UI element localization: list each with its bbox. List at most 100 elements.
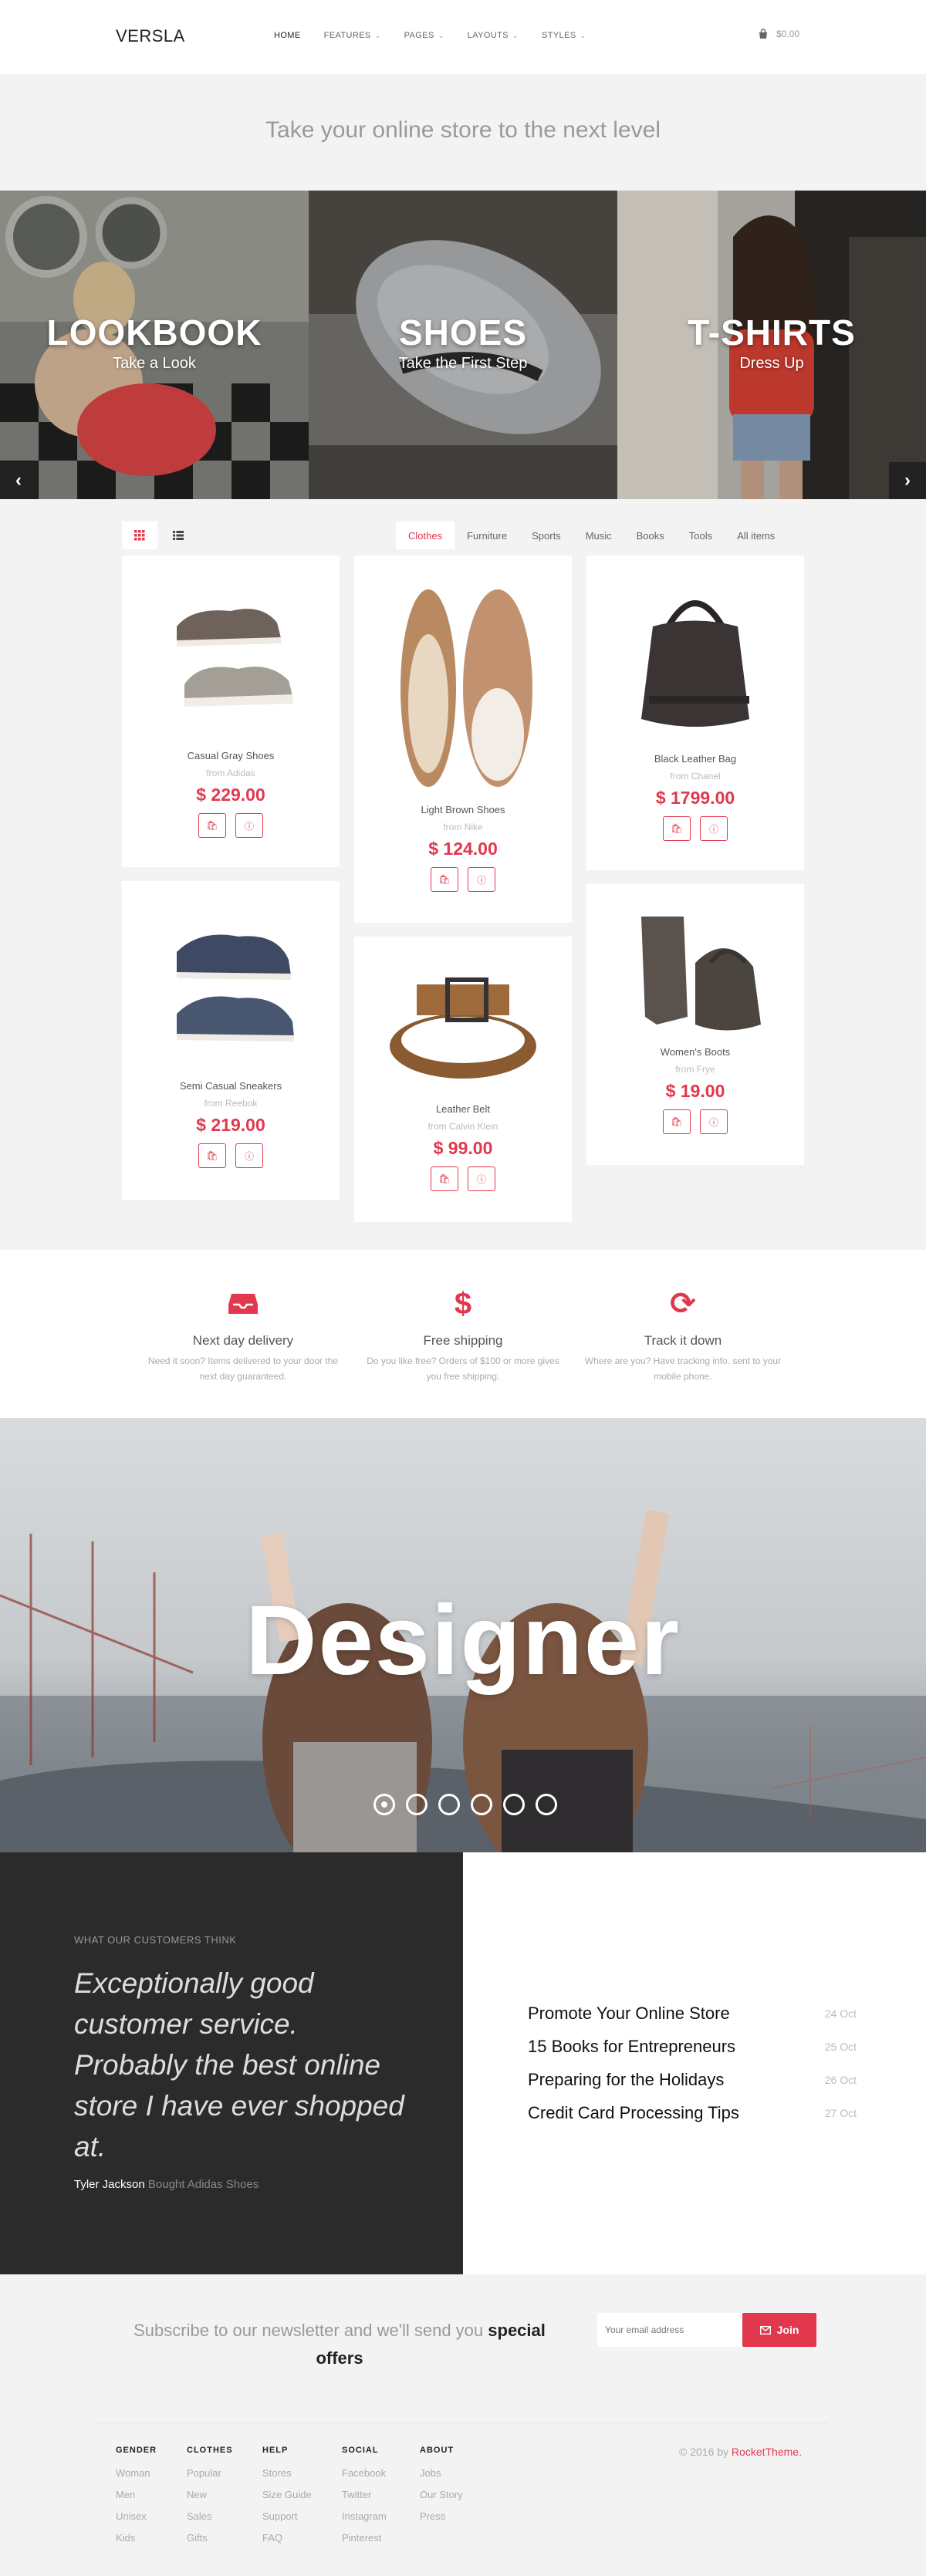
slide-title: SHOES xyxy=(398,312,528,353)
blog-item[interactable]: 15 Books for Entrepreneurs 25 Oct xyxy=(528,2030,857,2063)
feature-delivery: Next day delivery Need it soon? Items de… xyxy=(143,1288,343,1384)
carousel-dot[interactable] xyxy=(503,1794,525,1815)
chevron-down-icon: ⌄ xyxy=(374,31,381,39)
email-field[interactable] xyxy=(597,2313,742,2347)
shopping-bag-icon: 🛍 xyxy=(206,1150,218,1161)
product-name[interactable]: Semi Casual Sneakers xyxy=(122,1080,340,1092)
product-actions: 🛍 ⓘ xyxy=(354,867,572,892)
footer-link[interactable]: Woman xyxy=(116,2467,157,2489)
nav-home[interactable]: HOME xyxy=(274,31,301,40)
product-card[interactable]: Light Brown Shoes from Nike $ 124.00 🛍 ⓘ xyxy=(354,555,572,923)
info-button[interactable]: ⓘ xyxy=(700,816,728,841)
info-button[interactable]: ⓘ xyxy=(700,1109,728,1134)
footer-link[interactable]: Popular xyxy=(187,2467,233,2489)
add-to-cart-button[interactable]: 🛍 xyxy=(198,1143,226,1168)
filter-books[interactable]: Books xyxy=(624,522,677,549)
filter-music[interactable]: Music xyxy=(573,522,624,549)
hero-tagline: Take your online store to the next level xyxy=(265,117,661,143)
filter-tools[interactable]: Tools xyxy=(677,522,725,549)
nav-pages[interactable]: PAGES ⌄ xyxy=(404,31,444,40)
footer-link[interactable]: Unisex xyxy=(116,2510,157,2532)
blog-item[interactable]: Credit Card Processing Tips 27 Oct xyxy=(528,2096,857,2129)
footer-link[interactable]: Instagram xyxy=(342,2510,387,2532)
info-button[interactable]: ⓘ xyxy=(468,1166,495,1191)
carousel-dot[interactable] xyxy=(373,1794,395,1815)
slider-next-button[interactable]: › xyxy=(889,462,926,499)
footer-link[interactable]: Sales xyxy=(187,2510,233,2532)
footer-col-clothes: CLOTHES Popular New Sales Gifts xyxy=(187,2446,233,2554)
blog-item[interactable]: Promote Your Online Store 24 Oct xyxy=(528,1997,857,2030)
product-card[interactable]: Casual Gray Shoes from Adidas $ 229.00 🛍… xyxy=(122,555,340,867)
list-view-button[interactable] xyxy=(161,522,196,549)
footer-link[interactable]: Men xyxy=(116,2489,157,2510)
nav-styles-label: STYLES xyxy=(541,31,576,40)
filter-all-items[interactable]: All items xyxy=(725,522,787,549)
nav-features[interactable]: FEATURES ⌄ xyxy=(324,31,381,40)
slide-shoes[interactable]: SHOES Take the First Step xyxy=(309,191,617,499)
footer-link[interactable]: Our Story xyxy=(420,2489,463,2510)
blog-title[interactable]: Promote Your Online Store xyxy=(528,2004,730,2024)
footer-link[interactable]: Support xyxy=(262,2510,312,2532)
cart-button[interactable]: $0.00 xyxy=(758,29,799,39)
footer-link[interactable]: Gifts xyxy=(187,2532,233,2554)
footer-link[interactable]: Press xyxy=(420,2510,463,2532)
add-to-cart-button[interactable]: 🛍 xyxy=(431,1166,458,1191)
add-to-cart-button[interactable]: 🛍 xyxy=(663,1109,691,1134)
logo[interactable]: VERSLA xyxy=(116,26,185,46)
footer-link[interactable]: Jobs xyxy=(420,2467,463,2489)
product-card[interactable]: Black Leather Bag from Chanel $ 1799.00 … xyxy=(586,555,804,870)
category-filters: Clothes Furniture Sports Music Books Too… xyxy=(396,522,787,549)
brand-link[interactable]: RocketTheme. xyxy=(732,2446,802,2458)
footer-link[interactable]: FAQ xyxy=(262,2532,312,2554)
carousel-dot[interactable] xyxy=(438,1794,460,1815)
product-name[interactable]: Leather Belt xyxy=(354,1103,572,1115)
product-card[interactable]: Women's Boots from Frye $ 19.00 🛍 ⓘ xyxy=(586,884,804,1165)
add-to-cart-button[interactable]: 🛍 xyxy=(198,813,226,838)
footer-link[interactable]: New xyxy=(187,2489,233,2510)
add-to-cart-button[interactable]: 🛍 xyxy=(431,867,458,892)
product-name[interactable]: Casual Gray Shoes xyxy=(122,750,340,761)
info-button[interactable]: ⓘ xyxy=(235,1143,263,1168)
footer-link[interactable]: Stores xyxy=(262,2467,312,2489)
filter-furniture[interactable]: Furniture xyxy=(455,522,519,549)
footer-link[interactable]: Pinterest xyxy=(342,2532,387,2554)
slider-prev-button[interactable]: ‹ xyxy=(0,462,37,499)
product-name[interactable]: Women's Boots xyxy=(586,1046,804,1058)
slide-subtitle: Dress Up xyxy=(739,355,804,372)
cart-total: $0.00 xyxy=(776,29,800,39)
blog-item[interactable]: Preparing for the Holidays 26 Oct xyxy=(528,2063,857,2096)
join-button[interactable]: Join xyxy=(742,2313,816,2347)
carousel-dot[interactable] xyxy=(536,1794,557,1815)
product-name[interactable]: Black Leather Bag xyxy=(586,753,804,765)
footer-link[interactable]: Twitter xyxy=(342,2489,387,2510)
blog-title[interactable]: Credit Card Processing Tips xyxy=(528,2103,739,2123)
slide-lookbook[interactable]: LOOKBOOK Take a Look xyxy=(0,191,309,499)
blog-title[interactable]: 15 Books for Entrepreneurs xyxy=(528,2037,735,2057)
join-label: Join xyxy=(776,2324,799,2336)
info-button[interactable]: ⓘ xyxy=(235,813,263,838)
product-card[interactable]: Leather Belt from Calvin Klein $ 99.00 🛍… xyxy=(354,937,572,1222)
blog-title[interactable]: Preparing for the Holidays xyxy=(528,2070,724,2090)
nav-styles[interactable]: STYLES ⌄ xyxy=(542,31,586,40)
filter-sports[interactable]: Sports xyxy=(519,522,573,549)
slide-tshirts[interactable]: T-SHIRTS Dress Up xyxy=(617,191,926,499)
product-brand: from Chanel xyxy=(670,771,721,782)
footer-link[interactable]: Size Guide xyxy=(262,2489,312,2510)
filter-clothes[interactable]: Clothes xyxy=(396,522,455,549)
shopping-bag-icon: 🛍 xyxy=(438,874,451,885)
nav-home-label: HOME xyxy=(274,31,301,40)
grid-view-button[interactable] xyxy=(122,522,157,549)
info-icon: ⓘ xyxy=(244,820,254,832)
carousel-dot[interactable] xyxy=(406,1794,428,1815)
add-to-cart-button[interactable]: 🛍 xyxy=(663,816,691,841)
copyright-text: © 2016 by xyxy=(679,2446,729,2458)
carousel-dot[interactable] xyxy=(471,1794,492,1815)
info-button[interactable]: ⓘ xyxy=(468,867,495,892)
footer-link[interactable]: Facebook xyxy=(342,2467,387,2489)
product-card[interactable]: Semi Casual Sneakers from Reebok $ 219.0… xyxy=(122,881,340,1200)
product-image xyxy=(390,977,536,1079)
footer-link[interactable]: Kids xyxy=(116,2532,157,2554)
testimonial-quote: Exceptionally good customer service. Pro… xyxy=(74,1967,404,2162)
nav-layouts[interactable]: LAYOUTS ⌄ xyxy=(468,31,519,40)
product-name[interactable]: Light Brown Shoes xyxy=(354,804,572,815)
